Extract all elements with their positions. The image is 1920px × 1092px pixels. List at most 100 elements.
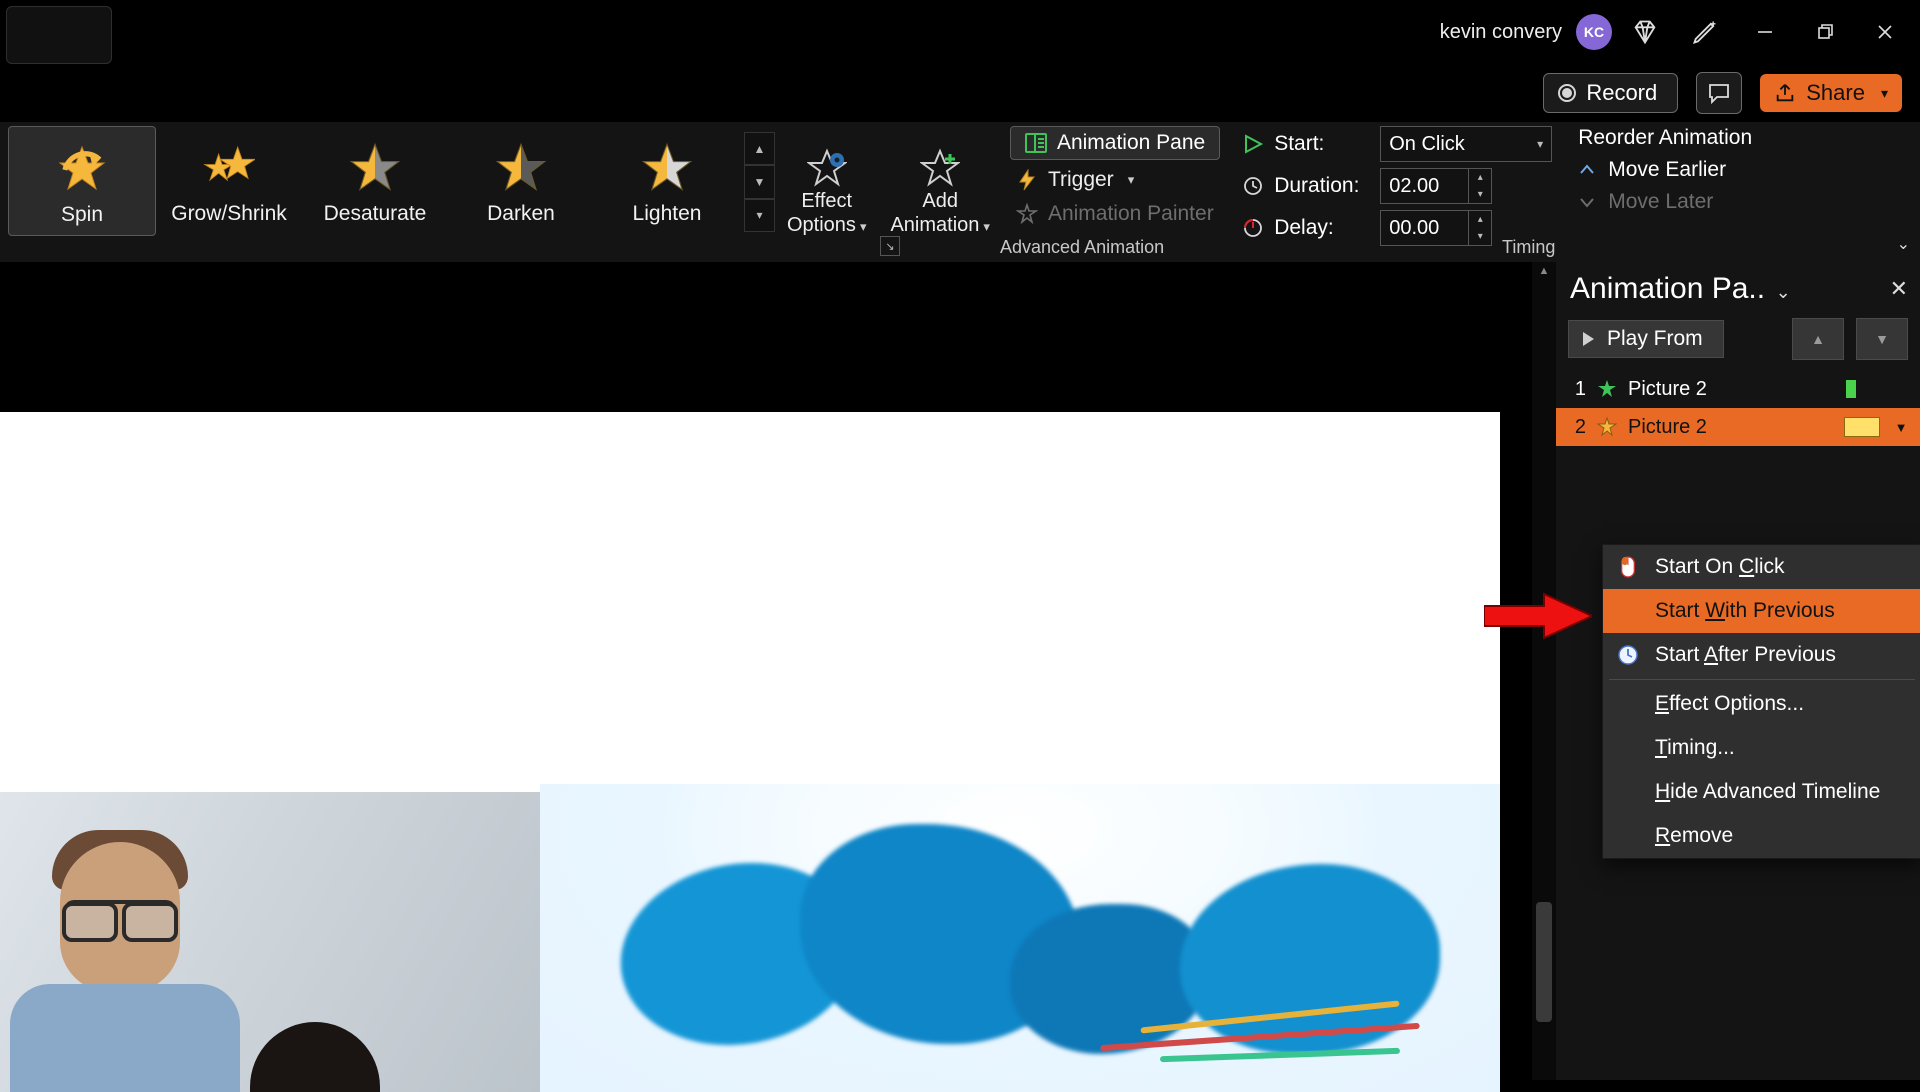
clock-icon [1242,175,1264,197]
menu-hide-advanced-timeline[interactable]: Hide Advanced Timeline [1603,770,1920,814]
delay-label: Delay: [1274,216,1370,240]
scroll-up-icon[interactable]: ▲ [1532,262,1556,280]
record-button[interactable]: Record [1543,73,1678,113]
record-icon [1558,84,1576,102]
gallery-label: Lighten [633,202,702,226]
account-avatar[interactable]: KC [1576,14,1612,50]
comments-button[interactable] [1696,72,1742,114]
window-close[interactable] [1858,5,1912,59]
start-label: Start: [1274,132,1370,156]
animation-painter-label: Animation Painter [1048,202,1214,226]
duration-label: Duration: [1274,174,1370,198]
menu-start-with-previous[interactable]: Start With Previous [1603,589,1920,633]
add-animation-label-1: Add [922,190,958,212]
slide-image-people[interactable] [0,792,540,1092]
ribbon-collapse[interactable]: ⌄ [1897,234,1910,254]
menu-effect-options[interactable]: Effect Options... [1603,682,1920,726]
delay-input[interactable] [1381,216,1461,241]
start-combo[interactable]: On Click ▾ [1380,126,1552,162]
gallery-scroll: ▲ ▼ ▾ [744,132,775,232]
animation-gallery[interactable]: Spin Grow/Shrink Desaturate [0,126,775,238]
animation-item-index: 1 [1572,378,1586,401]
effect-options-button[interactable]: Effect Options▾ [775,126,878,238]
gallery-item-desaturate[interactable]: Desaturate [302,126,448,234]
scroll-thumb[interactable] [1536,902,1552,1022]
menu-label: Start After Previous [1655,643,1836,667]
slide[interactable] [0,412,1500,1092]
share-label: Share [1806,80,1865,106]
menu-timing[interactable]: Timing... [1603,726,1920,770]
move-earlier-label: Move Earlier [1608,158,1726,182]
animation-item-1[interactable]: 1 Picture 2 [1556,370,1920,408]
duration-spinner[interactable]: ▴▾ [1380,168,1492,204]
gallery-item-darken[interactable]: Darken [448,126,594,234]
account-name[interactable]: kevin convery [1440,21,1562,44]
animation-item-name: Picture 2 [1628,378,1707,401]
gallery-scroll-down[interactable]: ▼ [745,165,775,198]
reorder-title: Reorder Animation [1578,126,1752,150]
play-from-button[interactable]: Play From [1568,320,1724,358]
add-animation-button[interactable]: Add Animation▾ [878,126,1001,238]
slide-image-ink[interactable] [540,784,1500,1092]
gallery-scroll-up[interactable]: ▲ [745,132,775,165]
gallery-label: Spin [61,203,103,227]
vertical-scrollbar[interactable]: ▲ [1532,262,1556,1080]
spin-up[interactable]: ▴ [1469,211,1491,228]
move-down-button[interactable]: ▼ [1856,318,1908,360]
play-icon [1581,331,1595,347]
menu-remove[interactable]: Remove [1603,814,1920,858]
split-star-icon [493,140,549,196]
duration-row: Duration: ▴▾ [1242,168,1552,204]
group-label-timing: Timing [1502,237,1555,258]
menu-start-on-click[interactable]: Start On Click [1603,545,1920,589]
spin-arrow-icon [58,137,110,189]
diamond-icon[interactable] [1618,5,1672,59]
spin-down[interactable]: ▾ [1469,228,1491,245]
action-bar: Record Share ▾ [0,64,1920,122]
gallery-item-spin[interactable]: Spin [8,126,156,236]
window-restore[interactable] [1798,5,1852,59]
gallery-expand[interactable]: ▾ [745,199,775,232]
autosave-toggle[interactable] [6,6,112,64]
item-menu-button[interactable]: ▼ [1888,414,1914,440]
duration-input[interactable] [1381,174,1461,199]
move-earlier-button[interactable]: Move Earlier [1578,158,1752,182]
ribbon-animations: Spin Grow/Shrink Desaturate [0,122,1920,262]
star-gear-icon [807,148,847,188]
animation-pane-button[interactable]: Animation Pane [1010,126,1220,160]
gallery-item-lighten[interactable]: Lighten [594,126,740,234]
spin-up[interactable]: ▴ [1469,169,1491,186]
delay-spinner[interactable]: ▴▾ [1380,210,1492,246]
animation-dialog-launcher[interactable]: ↘ [880,236,900,256]
chevron-up-icon [1578,161,1596,179]
window-minimize[interactable] [1738,5,1792,59]
animation-item-index: 2 [1572,416,1586,439]
animation-pane-title: Animation Pa.. [1570,272,1765,305]
spin-icon [1596,416,1618,438]
spin-down[interactable]: ▾ [1469,186,1491,203]
chevron-down-icon: ▾ [1881,85,1888,102]
share-button[interactable]: Share ▾ [1760,74,1902,112]
slide-canvas-area[interactable] [0,262,1532,1080]
fly-in-icon [1596,378,1618,400]
menu-start-after-previous[interactable]: Start After Previous [1603,633,1920,677]
animation-item-2[interactable]: 2 Picture 2 ▼ [1556,408,1920,446]
pencil-sparkle-icon[interactable] [1678,5,1732,59]
menu-label: Hide Advanced Timeline [1655,780,1880,804]
lightning-icon [1016,169,1038,191]
trigger-button[interactable]: Trigger▾ [1010,166,1220,194]
close-icon[interactable]: ✕ [1890,276,1908,302]
timeline-bar[interactable] [1846,380,1856,398]
start-row: Start: On Click ▾ [1242,126,1552,162]
mouse-icon [1615,554,1641,580]
move-later-label: Move Later [1608,190,1713,214]
menu-label: Effect Options... [1655,692,1804,716]
animation-item-name: Picture 2 [1628,416,1707,439]
move-up-button[interactable]: ▲ [1792,318,1844,360]
animation-pane-label: Animation Pane [1057,131,1205,155]
chevron-down-icon[interactable]: ⌄ [1776,282,1791,302]
clock-delay-icon [1242,217,1264,239]
advanced-animation-group: Animation Pane Trigger▾ Animation Painte… [1010,126,1220,228]
timeline-bar[interactable] [1844,417,1880,437]
gallery-item-grow-shrink[interactable]: Grow/Shrink [156,126,302,234]
